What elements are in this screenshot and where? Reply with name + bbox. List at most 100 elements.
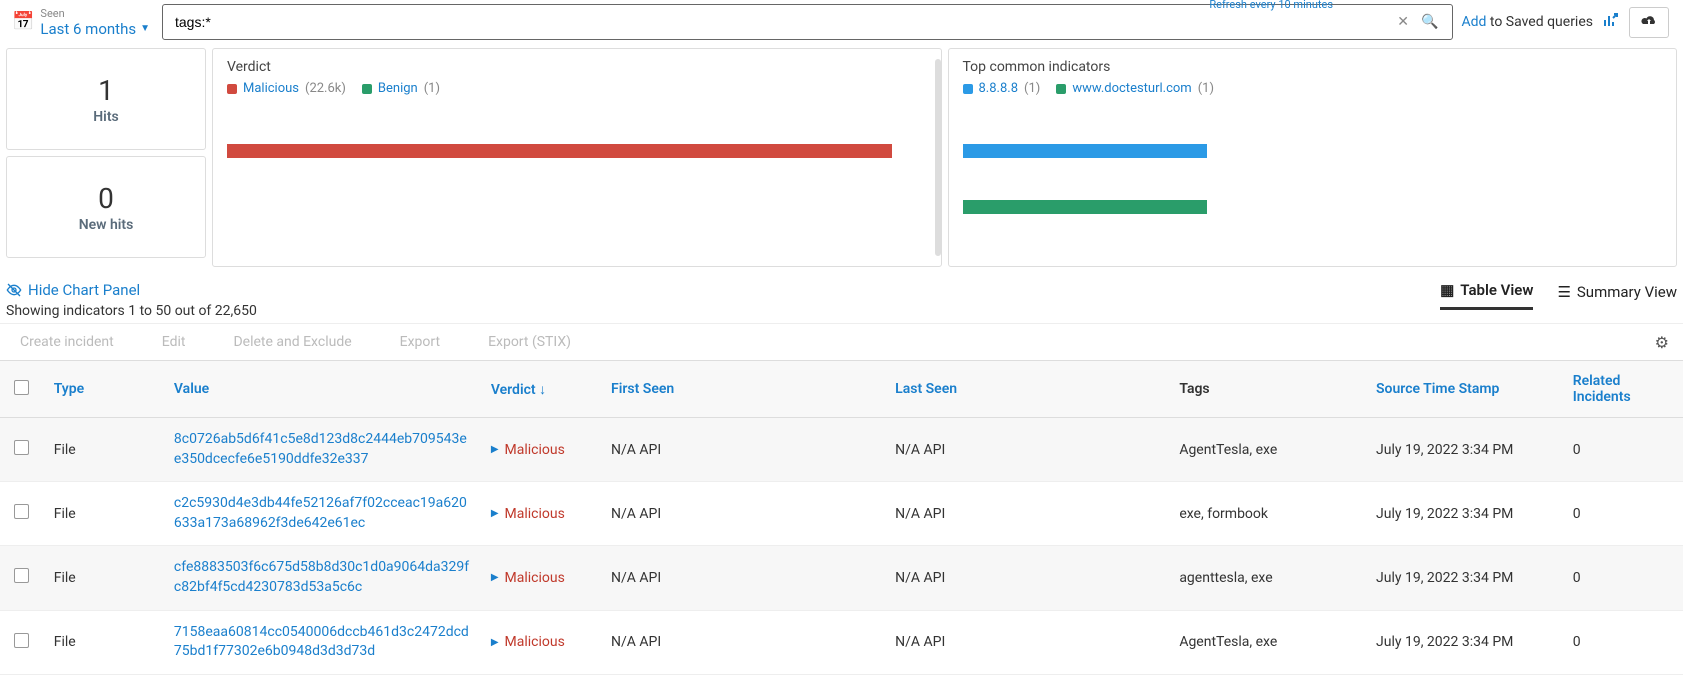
export-stix-button[interactable]: Export (STIX)	[488, 334, 571, 350]
col-source-time[interactable]: Source Time Stamp	[1366, 361, 1563, 418]
search-input[interactable]	[171, 10, 1391, 34]
row-checkbox[interactable]	[14, 440, 29, 455]
legend-count: (22.6k)	[305, 81, 346, 96]
col-verdict[interactable]: Verdict ↓	[481, 361, 601, 418]
cell-last-seen: N/A API	[885, 610, 1169, 674]
cell-value-link[interactable]: 8c0726ab5d6f41c5e8d123d8c2444eb709543ee3…	[174, 430, 471, 469]
legend-name: 8.8.8.8	[979, 81, 1019, 96]
col-last-seen[interactable]: Last Seen	[885, 361, 1169, 418]
cell-verdict[interactable]: ▶Malicious	[491, 442, 591, 458]
new-hits-card: 0 New hits	[6, 156, 206, 258]
clear-icon[interactable]: ✕	[1391, 14, 1415, 30]
legend-ip[interactable]: 8.8.8.8 (1)	[963, 81, 1041, 96]
chart-icon[interactable]	[1603, 12, 1619, 32]
col-type[interactable]: Type	[44, 361, 164, 418]
hits-value: 1	[98, 74, 114, 107]
hits-card: 1 Hits	[6, 48, 206, 150]
table-row[interactable]: File 8c0726ab5d6f41c5e8d123d8c2444eb70954…	[0, 418, 1683, 482]
hide-panel-text: Hide Chart Panel	[28, 281, 140, 299]
cell-tags: AgentTesla, exe	[1169, 418, 1366, 482]
cell-type: File	[44, 418, 164, 482]
export-button[interactable]: Export	[400, 334, 440, 350]
bar-malicious[interactable]	[227, 144, 892, 158]
add-to-saved-queries[interactable]: Add to Saved queries	[1461, 14, 1593, 30]
cell-first-seen: N/A API	[601, 546, 885, 610]
col-related[interactable]: Related Incidents	[1563, 361, 1683, 418]
hide-chart-panel[interactable]: Hide Chart Panel	[6, 281, 257, 299]
scrollbar[interactable]	[935, 59, 941, 256]
legend-malicious[interactable]: Malicious (22.6k)	[227, 81, 346, 96]
tab-table-view[interactable]: ▦ Table View	[1440, 281, 1533, 310]
verdict-chart: Verdict Malicious (22.6k) Benign (1)	[212, 48, 942, 267]
seen-filter[interactable]: 📅 Seen Last 6 months ▼	[8, 5, 154, 40]
cell-type: File	[44, 482, 164, 546]
add-link[interactable]: Add	[1461, 14, 1486, 30]
caret-down-icon: ▼	[140, 23, 150, 34]
cell-related: 0	[1563, 610, 1683, 674]
cell-first-seen: N/A API	[601, 610, 885, 674]
indicators-title: Top common indicators	[963, 59, 1663, 75]
cell-source-time: July 19, 2022 3:34 PM	[1366, 482, 1563, 546]
cell-last-seen: N/A API	[885, 546, 1169, 610]
cell-value-link[interactable]: c2c5930d4e3db44fe52126af7f02cceac19a6206…	[174, 494, 471, 533]
triangle-right-icon: ▶	[491, 572, 499, 583]
select-all-checkbox[interactable]	[14, 380, 29, 395]
table-row[interactable]: File7158eaa60814cc0540006dccb461d3c2472d…	[0, 610, 1683, 674]
seen-label: Seen	[40, 7, 150, 20]
cell-type: File	[44, 546, 164, 610]
legend-count: (1)	[424, 81, 440, 96]
legend-benign[interactable]: Benign (1)	[362, 81, 440, 96]
swatch-green	[1056, 84, 1066, 94]
eye-slash-icon	[6, 282, 22, 298]
tab-summary-view[interactable]: ☰ Summary View	[1557, 283, 1677, 309]
legend-name: Benign	[378, 81, 418, 96]
cell-tags: exe, formbook	[1169, 482, 1366, 546]
cell-last-seen: N/A API	[885, 482, 1169, 546]
cell-related: 0	[1563, 546, 1683, 610]
table-view-label: Table View	[1460, 281, 1533, 299]
showing-count: Showing indicators 1 to 50 out of 22,650	[6, 303, 257, 319]
cell-verdict[interactable]: ▶Malicious	[491, 570, 591, 586]
refresh-interval[interactable]: Refresh every 10 minutes	[1209, 0, 1333, 11]
cell-last-seen: N/A API	[885, 418, 1169, 482]
list-icon: ☰	[1557, 283, 1570, 301]
new-hits-value: 0	[98, 182, 114, 215]
cell-verdict[interactable]: ▶Malicious	[491, 634, 591, 650]
table-icon: ▦	[1440, 281, 1454, 299]
gear-icon[interactable]: ⚙	[1655, 333, 1669, 352]
seen-value[interactable]: Last 6 months ▼	[40, 20, 150, 38]
indicators-chart: Top common indicators 8.8.8.8 (1) www.do…	[948, 48, 1678, 267]
cell-first-seen: N/A API	[601, 482, 885, 546]
legend-url[interactable]: www.doctesturl.com (1)	[1056, 81, 1214, 96]
row-checkbox[interactable]	[14, 504, 29, 519]
row-checkbox[interactable]	[14, 568, 29, 583]
triangle-right-icon: ▶	[491, 444, 499, 455]
cell-source-time: July 19, 2022 3:34 PM	[1366, 418, 1563, 482]
create-incident-button[interactable]: Create incident	[20, 334, 114, 350]
swatch-red	[227, 84, 237, 94]
cell-tags: agenttesla, exe	[1169, 546, 1366, 610]
cloud-upload-button[interactable]	[1629, 7, 1669, 38]
row-checkbox[interactable]	[14, 633, 29, 648]
cell-verdict[interactable]: ▶Malicious	[491, 506, 591, 522]
cell-value-link[interactable]: cfe8883503f6c675d58b8d30c1d0a9064da329fc…	[174, 558, 471, 597]
cell-value-link[interactable]: 7158eaa60814cc0540006dccb461d3c2472dcd75…	[174, 623, 471, 662]
col-first-seen[interactable]: First Seen	[601, 361, 885, 418]
delete-exclude-button[interactable]: Delete and Exclude	[233, 334, 351, 350]
col-tags[interactable]: Tags	[1169, 361, 1366, 418]
search-icon[interactable]: 🔍	[1415, 14, 1444, 30]
swatch-blue	[963, 84, 973, 94]
table-row[interactable]: File c2c5930d4e3db44fe52126af7f02cceac19a…	[0, 482, 1683, 546]
legend-count: (1)	[1198, 81, 1214, 96]
cell-first-seen: N/A API	[601, 418, 885, 482]
bar-ip[interactable]	[963, 144, 1208, 158]
bar-url[interactable]	[963, 200, 1208, 214]
legend-name: Malicious	[243, 81, 299, 96]
legend-name: www.doctesturl.com	[1072, 81, 1191, 96]
table-row[interactable]: File cfe8883503f6c675d58b8d30c1d0a9064da3…	[0, 546, 1683, 610]
col-value[interactable]: Value	[164, 361, 481, 418]
edit-button[interactable]: Edit	[162, 334, 186, 350]
calendar-icon: 📅	[12, 11, 34, 32]
new-hits-label: New hits	[79, 217, 134, 233]
cell-tags: AgentTesla, exe	[1169, 610, 1366, 674]
